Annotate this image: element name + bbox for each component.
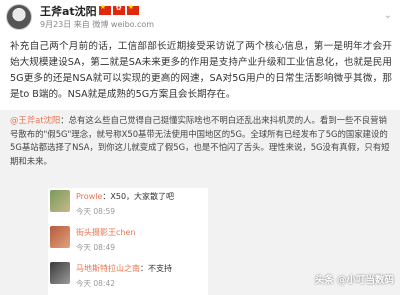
repost-colon: ： (60, 115, 69, 125)
comment-text: ：不支持 (140, 264, 172, 273)
repost-text: @王斧at沈阳：总有这么些自己觉得自己挺懂实际啥也不明白还乱出来抖机灵的人。看到… (10, 114, 392, 168)
repost-block[interactable]: @王斧at沈阳：总有这么些自己觉得自己挺懂实际啥也不明白还乱出来抖机灵的人。看到… (0, 110, 400, 295)
comment-time: 今天 08:49 (76, 243, 115, 252)
chevron-down-icon[interactable]: ⌄ (384, 10, 392, 21)
commenter-name[interactable]: 街头摄影王chen (76, 228, 135, 237)
comment-text: ：X50，大家散了吧 (102, 192, 175, 201)
commenter-avatar[interactable] (50, 262, 70, 284)
china-flag-icon (98, 3, 111, 15)
author-name[interactable]: 王斧at沈阳 (40, 5, 97, 18)
comment-line: 马地斯特拉山之南：不支持 (76, 263, 208, 274)
comment-item[interactable]: 马地斯特拉山之南：不支持 今天 08:42 (48, 260, 208, 295)
comment-item[interactable]: Prowle：X50，大家散了吧 今天 08:59 (48, 188, 208, 224)
post-header: 王斧at沈阳 9月23日 来自 微博 weibo.com ⌄ (0, 0, 400, 36)
post-body: 补充自己两个月前的话，工信部部长近期接受采访说了两个核心信息，第一是明年才会开始… (10, 41, 392, 100)
comment-time: 今天 08:59 (76, 207, 115, 216)
comment-line: 街头摄影王chen (76, 227, 208, 238)
comment-line: Prowle：X50，大家散了吧 (76, 191, 208, 202)
post-meta: 9月23日 来自 微博 weibo.com (40, 20, 155, 29)
commenter-avatar[interactable] (50, 190, 70, 212)
watermark: 头条 @小叮当数码 (314, 275, 394, 286)
commenter-name[interactable]: 马地斯特拉山之南 (76, 264, 140, 273)
commenter-avatar[interactable] (50, 226, 70, 248)
author-name-row[interactable]: 王斧at沈阳 (40, 3, 139, 19)
comment-item[interactable]: 街头摄影王chen 今天 08:49 (48, 224, 208, 260)
author-avatar[interactable] (6, 4, 32, 30)
china-flag-icon (126, 3, 139, 15)
comment-time: 今天 08:42 (76, 279, 115, 288)
commenter-name[interactable]: Prowle (76, 192, 102, 201)
comment-list: Prowle：X50，大家散了吧 今天 08:59 街头摄影王chen 今天 0… (48, 188, 208, 295)
hongkong-flag-icon (112, 4, 125, 15)
repost-mention[interactable]: @王斧at沈阳 (10, 115, 60, 125)
